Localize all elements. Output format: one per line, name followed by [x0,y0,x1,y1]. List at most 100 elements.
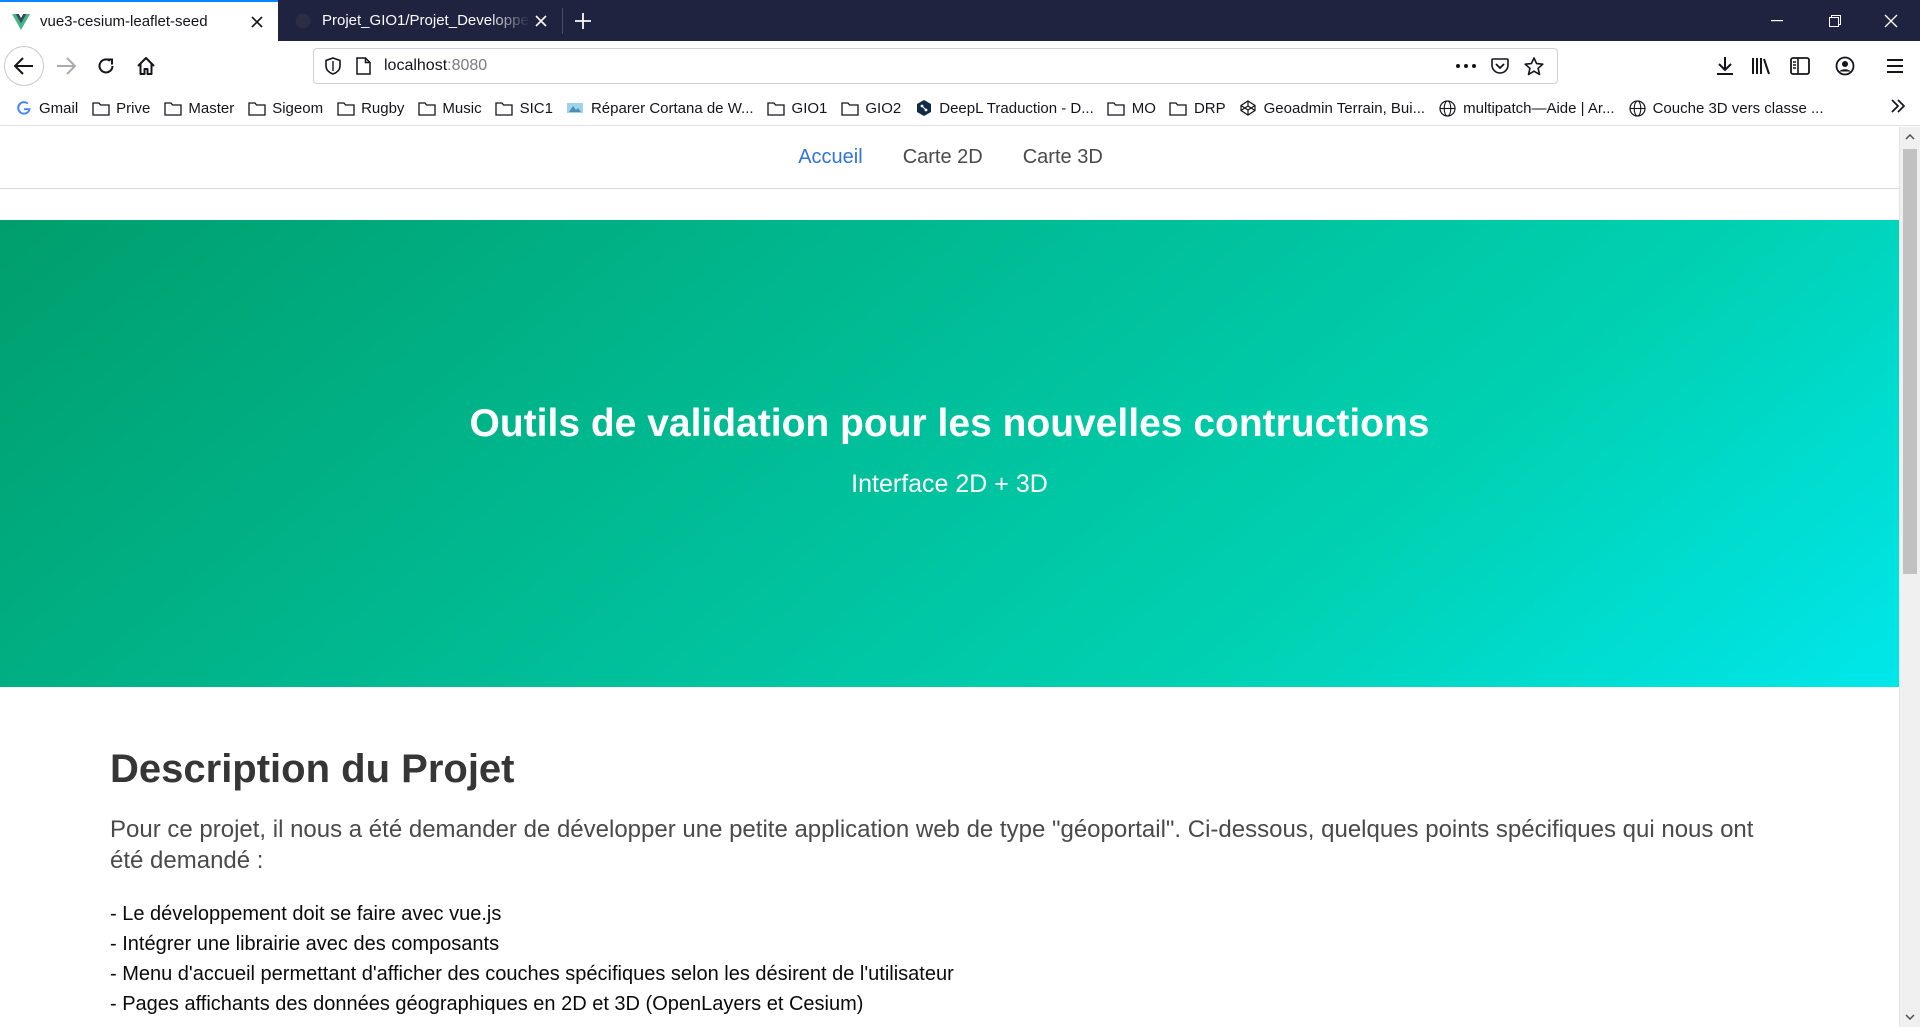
hero-banner: Outils de validation pour les nouvelles … [0,220,1899,687]
site-navbar: Accueil Carte 2D Carte 3D [0,127,1899,189]
downloads-button[interactable] [1708,49,1742,83]
bookmark-folder-master[interactable]: Master [163,100,234,117]
reload-button[interactable] [89,49,123,83]
deepl-icon [914,100,933,117]
folder-icon [1169,100,1188,117]
bookmark-label: Réparer Cortana de W... [590,99,754,117]
bookmark-label: Couche 3D vers classe ... [1652,99,1824,117]
bookmark-folder-mo[interactable]: MO [1107,100,1156,117]
tab-title: vue3-cesium-leaflet-seed [40,13,208,30]
page-thumbnail-icon [566,100,585,117]
library-button[interactable] [1745,49,1779,83]
pocket-icon[interactable] [1485,51,1515,81]
bookmark-multipatch[interactable]: multipatch—Aide | Ar... [1438,99,1615,117]
new-tab-button[interactable] [570,8,596,34]
scrollbar-thumb[interactable] [1903,149,1917,574]
hero-subtitle: Interface 2D + 3D [851,470,1048,498]
section-heading: Description du Projet [110,747,515,791]
url-port: :8080 [447,57,488,74]
url-host: localhost [384,57,448,74]
close-window-button[interactable] [1862,0,1920,41]
nav-link-carte-2d[interactable]: Carte 2D [903,146,983,169]
account-icon [1835,56,1855,76]
bookmark-folder-prive[interactable]: Prive [91,100,150,117]
folder-icon [247,100,266,117]
bookmark-folder-music[interactable]: Music [417,99,482,117]
globe-icon [1438,99,1457,117]
bookmark-gmail[interactable]: Gmail [14,100,78,117]
bookmark-label: multipatch—Aide | Ar... [1463,99,1615,117]
arrow-right-icon [57,57,76,75]
bookmark-couche-3d[interactable]: Couche 3D vers classe ... [1628,99,1824,117]
bookmark-star-icon[interactable] [1519,51,1549,81]
minimize-button[interactable] [1748,0,1806,41]
list-item: - Pages affichants des données géographi… [110,993,864,1015]
nav-link-accueil[interactable]: Accueil [798,146,862,169]
intro-paragraph: Pour ce projet, il nous a été demander d… [110,816,1754,874]
home-icon [137,57,155,75]
bookmark-label: SIC1 [519,99,553,117]
nav-link-carte-3d[interactable]: Carte 3D [1023,146,1103,169]
google-icon [14,100,33,117]
github-icon [294,12,312,30]
close-tab-icon[interactable] [530,10,552,32]
close-tab-icon[interactable] [246,11,268,33]
bookmark-folder-gio2[interactable]: GIO2 [840,100,901,117]
globe-icon [1628,99,1647,117]
folder-icon [840,100,859,117]
folder-icon [767,100,786,117]
home-button[interactable] [129,49,163,83]
tab-divider [562,8,563,34]
folder-icon [495,100,514,117]
bookmark-label: DeepL Traduction - D... [939,99,1094,117]
more-bookmarks-chevron-icon[interactable] [1890,99,1906,117]
plus-icon [575,13,591,29]
list-item: - Le développement doit se faire avec vu… [110,903,502,925]
bookmark-label: GIO1 [791,99,828,117]
tracking-shield-icon[interactable] [318,51,348,81]
library-icon [1752,58,1770,75]
tab-github-projet[interactable]: Projet_GIO1/Projet_Developpement_Web at … [282,0,562,41]
folder-icon [1107,100,1126,117]
tab-strip: vue3-cesium-leaflet-seed Projet_GIO1/Pro… [0,0,1920,41]
bookmark-folder-rugby[interactable]: Rugby [336,100,404,117]
page-info-icon[interactable] [348,51,378,81]
hamburger-icon [1887,59,1903,73]
folder-icon [336,100,355,117]
tab-vue3-cesium[interactable]: vue3-cesium-leaflet-seed [0,0,278,41]
bookmark-folder-sigeom[interactable]: Sigeom [247,100,323,117]
account-button[interactable] [1828,49,1862,83]
bookmark-geoadmin[interactable]: Geoadmin Terrain, Bui... [1239,100,1425,117]
bookmark-label: Sigeom [272,99,324,117]
bookmark-cortana[interactable]: Réparer Cortana de W... [566,100,754,117]
bookmark-label: Rugby [361,99,405,117]
bookmark-label: Gmail [39,99,79,117]
vue-logo-icon [12,13,30,31]
sidebar-button[interactable] [1783,49,1817,83]
folder-icon [417,100,436,117]
bookmark-label: MO [1131,99,1156,117]
back-button[interactable] [4,46,44,86]
reload-icon [98,58,114,74]
list-item: - Menu d'accueil permettant d'afficher d… [110,963,954,985]
url-text[interactable]: localhost:8080 [384,57,1451,75]
hero-title: Outils de validation pour les nouvelles … [469,402,1430,445]
scroll-down-arrow-icon[interactable] [1904,1011,1916,1023]
bookmark-folder-sic1[interactable]: SIC1 [495,100,553,117]
address-bar[interactable]: localhost:8080 [313,48,1558,84]
restore-button[interactable] [1806,0,1864,41]
page-actions-icon[interactable] [1451,51,1481,81]
bookmark-label: GIO2 [865,99,902,117]
scroll-up-arrow-icon[interactable] [1904,131,1916,143]
menu-button[interactable] [1878,49,1912,83]
list-item: - Intégrer une librairie avec des compos… [110,933,500,955]
bookmark-folder-drp[interactable]: DRP [1169,100,1226,117]
bookmark-label: Music [442,99,482,117]
bookmark-deepl[interactable]: DeepL Traduction - D... [914,100,1094,117]
bookmark-label: Geoadmin Terrain, Bui... [1263,99,1426,117]
bookmark-folder-gio1[interactable]: GIO1 [767,99,828,117]
forward-button[interactable] [49,49,83,83]
bookmark-label: Prive [116,99,151,117]
vertical-scrollbar[interactable] [1899,127,1920,1027]
bookmarks-toolbar: Gmail Prive Master Sigeom Rugby Music SI… [0,91,1920,126]
